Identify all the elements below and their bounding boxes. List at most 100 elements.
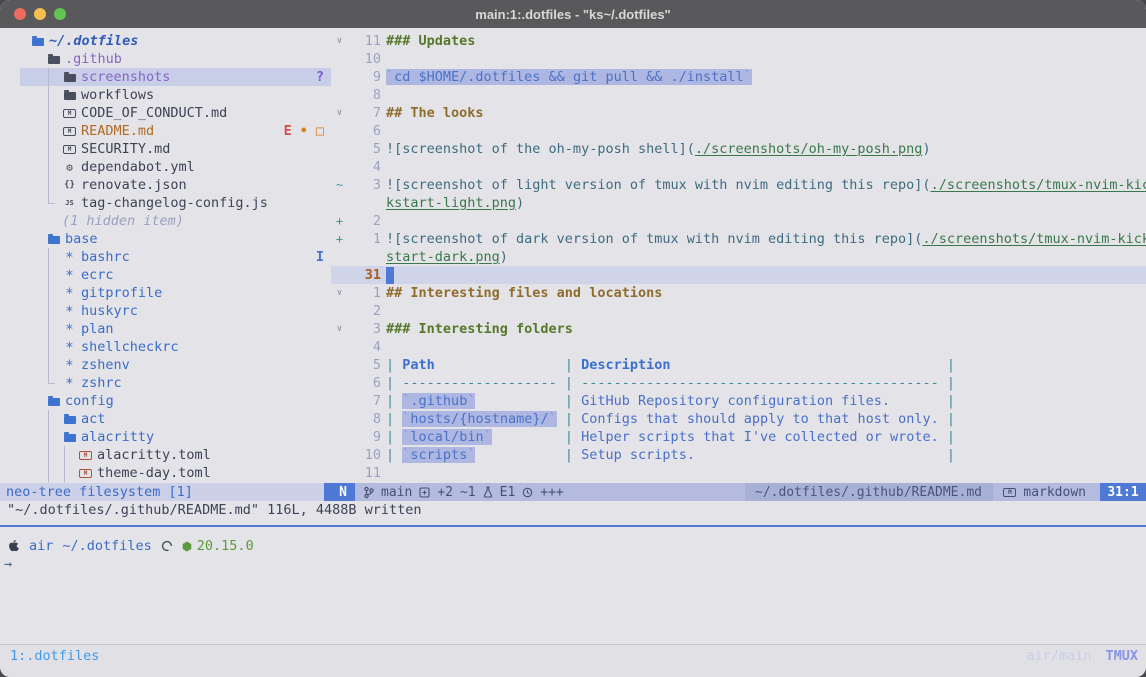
node-icon <box>182 541 192 552</box>
tree-item-label: act <box>81 411 105 427</box>
line-text: `cd $HOME/.dotfiles && git pull && ./ins… <box>386 68 752 86</box>
neo-tree-sidebar[interactable]: ~/.dotfiles.githubscreenshots?workflowsC… <box>0 28 331 483</box>
json-braces-icon: {} <box>64 180 75 190</box>
tree-item--.dotfiles[interactable]: ~/.dotfiles <box>0 32 331 50</box>
close-button[interactable] <box>14 8 26 20</box>
tmux-window-tab[interactable]: 1:.dotfiles <box>10 648 99 664</box>
tree-item-huskyrc[interactable]: *huskyrc <box>0 302 331 320</box>
gutter-spacer <box>331 356 348 374</box>
tree-item-readme.md[interactable]: README.mdE•□ <box>0 122 331 140</box>
shell-file-icon: * <box>65 341 73 355</box>
tree-item-label: bashrc <box>81 249 130 265</box>
editor-line[interactable]: 5![screenshot of the oh-my-posh shell](.… <box>331 140 1146 158</box>
editor-line[interactable]: ∨7## The looks <box>331 104 1146 122</box>
tree-item-security.md[interactable]: SECURITY.md <box>0 140 331 158</box>
badge-E: E <box>284 123 292 139</box>
tree-item-zshenv[interactable]: *zshenv <box>0 356 331 374</box>
line-number: 7 <box>348 392 386 410</box>
tree-item-workflows[interactable]: workflows <box>0 86 331 104</box>
star-icon-wrap: * <box>62 268 77 282</box>
tree-guide-line <box>48 428 49 446</box>
editor-pane[interactable]: ∨11### Updates109`cd $HOME/.dotfiles && … <box>331 28 1146 483</box>
tree-item-plan[interactable]: *plan <box>0 320 331 338</box>
tree-item-label: config <box>65 393 114 409</box>
editor-line[interactable]: 7| `.github` | GitHub Repository configu… <box>331 392 1146 410</box>
folder-icon <box>64 434 76 442</box>
tree-item-zshrc[interactable]: *zshrc <box>0 374 331 392</box>
minimize-button[interactable] <box>34 8 46 20</box>
tree-item-alacritty.toml[interactable]: alacritty.toml <box>0 446 331 464</box>
gutter-spacer <box>331 140 348 158</box>
editor-line[interactable]: ∨11### Updates <box>331 32 1146 50</box>
braces-icon-wrap: {} <box>62 180 77 190</box>
editor-line[interactable]: 9| `local/bin` | Helper scripts that I'v… <box>331 428 1146 446</box>
gear-icon: ⚙ <box>66 162 73 173</box>
tree-item-alacritty[interactable]: alacritty <box>0 428 331 446</box>
tree-item-config[interactable]: config <box>0 392 331 410</box>
clock-icon <box>522 487 533 498</box>
line-number <box>348 248 386 266</box>
editor-line[interactable]: 10| `scripts` | Setup scripts. | <box>331 446 1146 464</box>
tree-item-base[interactable]: base <box>0 230 331 248</box>
editor-line[interactable]: 2 <box>331 302 1146 320</box>
tree-item-.github[interactable]: .github <box>0 50 331 68</box>
tmux-pane-divider[interactable] <box>0 525 1146 527</box>
tree-item-ecrc[interactable]: *ecrc <box>0 266 331 284</box>
md-icon-wrap <box>62 127 77 136</box>
apple-icon <box>8 539 20 553</box>
tree-item-tag-changelog-config.js[interactable]: JStag-changelog-config.js <box>0 194 331 212</box>
editor-line[interactable]: 6 <box>331 122 1146 140</box>
tree-guide-line <box>48 158 49 176</box>
statusline: N main +2 ~1 E1 +++ ~/.d <box>331 483 1146 501</box>
tree-guide-line <box>48 266 49 284</box>
star-icon-wrap: * <box>62 250 77 264</box>
zoom-button[interactable] <box>54 8 66 20</box>
editor-line[interactable]: 4 <box>331 158 1146 176</box>
folder-icon-wrap <box>62 432 77 442</box>
editor-line[interactable]: 8 <box>331 86 1146 104</box>
md-icon-wrap <box>62 109 77 118</box>
editor-line[interactable]: 9`cd $HOME/.dotfiles && git pull && ./in… <box>331 68 1146 86</box>
editor-line[interactable]: start-dark.png) <box>331 248 1146 266</box>
line-text: start-dark.png) <box>386 248 508 266</box>
line-text: | ------------------- | ----------------… <box>386 374 955 392</box>
gutter-spacer <box>331 158 348 176</box>
editor-line[interactable]: ~3![screenshot of light version of tmux … <box>331 176 1146 194</box>
tmux-session-name: air/main <box>1026 648 1091 664</box>
tree-item--1-hidden-item-[interactable]: (1 hidden item) <box>0 212 331 230</box>
tree-item-code-of-conduct.md[interactable]: CODE_OF_CONDUCT.md <box>0 104 331 122</box>
tree-item-act[interactable]: act <box>0 410 331 428</box>
folder-icon-wrap <box>62 414 77 424</box>
tree-guide-line <box>48 122 49 140</box>
tree-item-shellcheckrc[interactable]: * shellcheckrc <box>0 338 331 356</box>
star-icon-wrap: * <box>62 376 77 390</box>
editor-line[interactable]: kstart-light.png) <box>331 194 1146 212</box>
tree-item-label: shellcheckrc <box>81 339 179 355</box>
tree-item-renovate.json[interactable]: {} renovate.json <box>0 176 331 194</box>
editor-line[interactable]: ∨1## Interesting files and locations <box>331 284 1146 302</box>
tree-item-dependabot.yml[interactable]: ⚙dependabot.yml <box>0 158 331 176</box>
tree-item-bashrc[interactable]: *bashrcI <box>0 248 331 266</box>
line-number: 10 <box>348 50 386 68</box>
editor-line[interactable]: 6| ------------------- | ---------------… <box>331 374 1146 392</box>
tree-item-gitprofile[interactable]: *gitprofile <box>0 284 331 302</box>
editor-line[interactable]: +1![screenshot of dark version of tmux w… <box>331 230 1146 248</box>
tree-item-label: README.md <box>81 123 154 139</box>
editor-line[interactable]: 31 <box>331 266 1146 284</box>
editor-line[interactable]: 4 <box>331 338 1146 356</box>
tree-item-label: tag-changelog-config.js <box>81 195 268 211</box>
line-text: | `hosts/{hostname}/` | Configs that sho… <box>386 410 955 428</box>
tree-item-theme-day.toml[interactable]: theme-day.toml <box>0 464 331 482</box>
tree-item-label: renovate.json <box>81 177 187 193</box>
editor-line[interactable]: 11 <box>331 464 1146 482</box>
tree-item-screenshots[interactable]: screenshots? <box>0 68 331 86</box>
folder-icon <box>64 74 76 82</box>
prompt-arrow: → <box>4 555 12 573</box>
line-text: kstart-light.png) <box>386 194 524 212</box>
editor-line[interactable]: 8| `hosts/{hostname}/` | Configs that sh… <box>331 410 1146 428</box>
editor-line[interactable]: 5| Path | Description | <box>331 356 1146 374</box>
git-branch-icon <box>364 486 374 499</box>
editor-line[interactable]: +2 <box>331 212 1146 230</box>
editor-line[interactable]: 10 <box>331 50 1146 68</box>
editor-line[interactable]: ∨3### Interesting folders <box>331 320 1146 338</box>
